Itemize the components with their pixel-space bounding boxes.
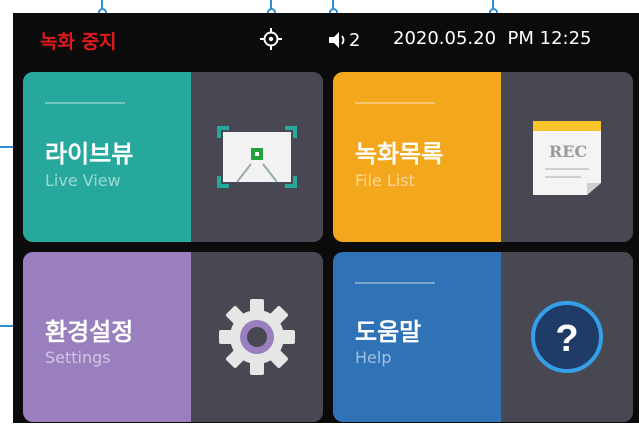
speaker-icon (329, 32, 345, 48)
tile-settings[interactable]: 환경설정 Settings (23, 252, 323, 422)
tile-subtitle: File List (355, 171, 415, 190)
tile-title: 녹화목록 (355, 140, 444, 168)
tile-live-view[interactable]: 라이브뷰 Live View (23, 72, 323, 242)
rec-file-icon: REC (533, 121, 601, 195)
status-bar: 녹화 중지 2 2020.05.20 PM 12:25 (13, 13, 639, 65)
record-stop-label[interactable]: 녹화 중지 (40, 27, 117, 54)
rec-label: REC (549, 142, 587, 161)
help-mark: ? (555, 318, 578, 360)
tile-title: 라이브뷰 (45, 140, 134, 168)
tile-title: 환경설정 (45, 318, 134, 346)
tile-subtitle: Live View (45, 171, 121, 190)
volume-indicator: 2 (328, 29, 360, 51)
live-view-camera-icon (217, 126, 297, 188)
tile-subtitle: Help (355, 348, 392, 367)
tile-subtitle: Settings (45, 348, 111, 367)
gps-target-icon (260, 28, 282, 50)
tile-file-list[interactable]: 녹화목록 File List REC (333, 72, 633, 242)
volume-level: 2 (349, 29, 361, 51)
gear-icon (219, 299, 295, 375)
device-screen: 녹화 중지 2 2020.05.20 PM 12:25 라이브뷰 Live Vi… (13, 13, 639, 423)
tile-help[interactable]: 도움말 Help ? (333, 252, 633, 422)
help-question-icon: ? (531, 301, 603, 373)
tile-title: 도움말 (355, 318, 422, 346)
datetime: 2020.05.20 PM 12:25 (393, 28, 592, 49)
